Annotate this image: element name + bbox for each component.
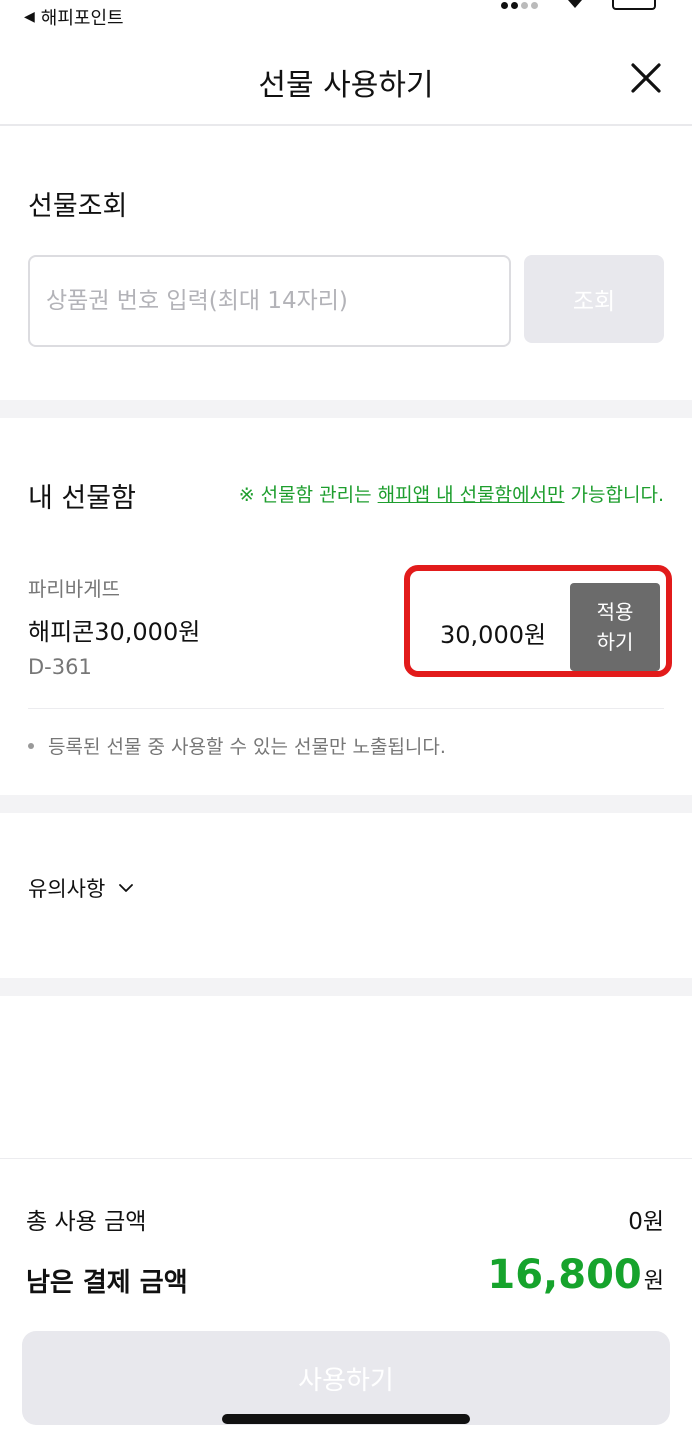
item-divider [28,708,664,709]
status-indicators [501,0,656,10]
back-to-app-link[interactable]: ◀ 해피포인트 [24,4,124,30]
remaining-amount-number: 16,800 [487,1252,642,1298]
apply-label-line2: 하기 [596,630,634,654]
gift-box-bullet-note: 등록된 선물 중 사용할 수 있는 선물만 노출됩니다. [28,732,446,759]
gift-box-notice: ※ 선물함 관리는 해피앱 내 선물함에서만 가능합니다. [239,480,664,507]
notice-suffix: 가능합니다. [564,484,664,506]
bullet-dot-icon [28,742,34,749]
gift-box-title: 내 선물함 [28,483,136,514]
chevron-down-icon [119,884,134,892]
status-bar: ◀ 해피포인트 [0,0,692,30]
apply-gift-button[interactable]: 적용 하기 [570,583,660,671]
remaining-payment-value: 16,800 원 [487,1252,664,1298]
section-divider-band [0,978,692,996]
voucher-number-input[interactable] [28,255,511,347]
remaining-amount-unit: 원 [643,1269,664,1294]
use-gift-button[interactable]: 사용하기 [22,1331,670,1425]
page-title: 선물 사용하기 [258,68,434,103]
caution-toggle[interactable]: 유의사항 [28,873,135,903]
home-indicator [222,1414,470,1424]
battery-icon [612,0,656,10]
gift-amount: 30,000원 [440,621,547,649]
gift-brand: 파리바게뜨 [28,577,120,601]
back-triangle-icon: ◀ [24,9,35,25]
gift-use-page: ◀ 해피포인트 선물 사용하기 선물조회 조회 내 선물함 ※ 선물함 관리는 … [0,0,692,1440]
caution-label: 유의사항 [28,877,106,901]
close-icon[interactable] [628,60,664,96]
summary-top-border [0,1158,692,1159]
cellular-signal-icon [501,2,538,9]
header: 선물 사용하기 [0,40,692,126]
remaining-payment-label: 남은 결제 금액 [26,1268,188,1298]
bullet-note-text: 등록된 선물 중 사용할 수 있는 선물만 노출됩니다. [48,736,446,758]
gift-dday: D-361 [28,655,92,679]
section-divider-band [0,400,692,418]
gift-product-name: 해피콘30,000원 [28,618,201,646]
section-divider-band [0,795,692,813]
total-used-value: 0원 [628,1209,664,1235]
notice-prefix: ※ 선물함 관리는 [238,484,378,506]
gift-apply-card: 30,000원 적용 하기 [404,565,672,677]
wifi-icon [568,0,582,8]
gift-lookup-title: 선물조회 [28,191,128,222]
apply-label-line1: 적용 [596,600,634,624]
happy-app-giftbox-link[interactable]: 해피앱 내 선물함에서만 [378,484,565,506]
lookup-button[interactable]: 조회 [524,255,664,343]
back-app-label: 해피포인트 [40,8,124,29]
total-used-label: 총 사용 금액 [26,1209,147,1235]
